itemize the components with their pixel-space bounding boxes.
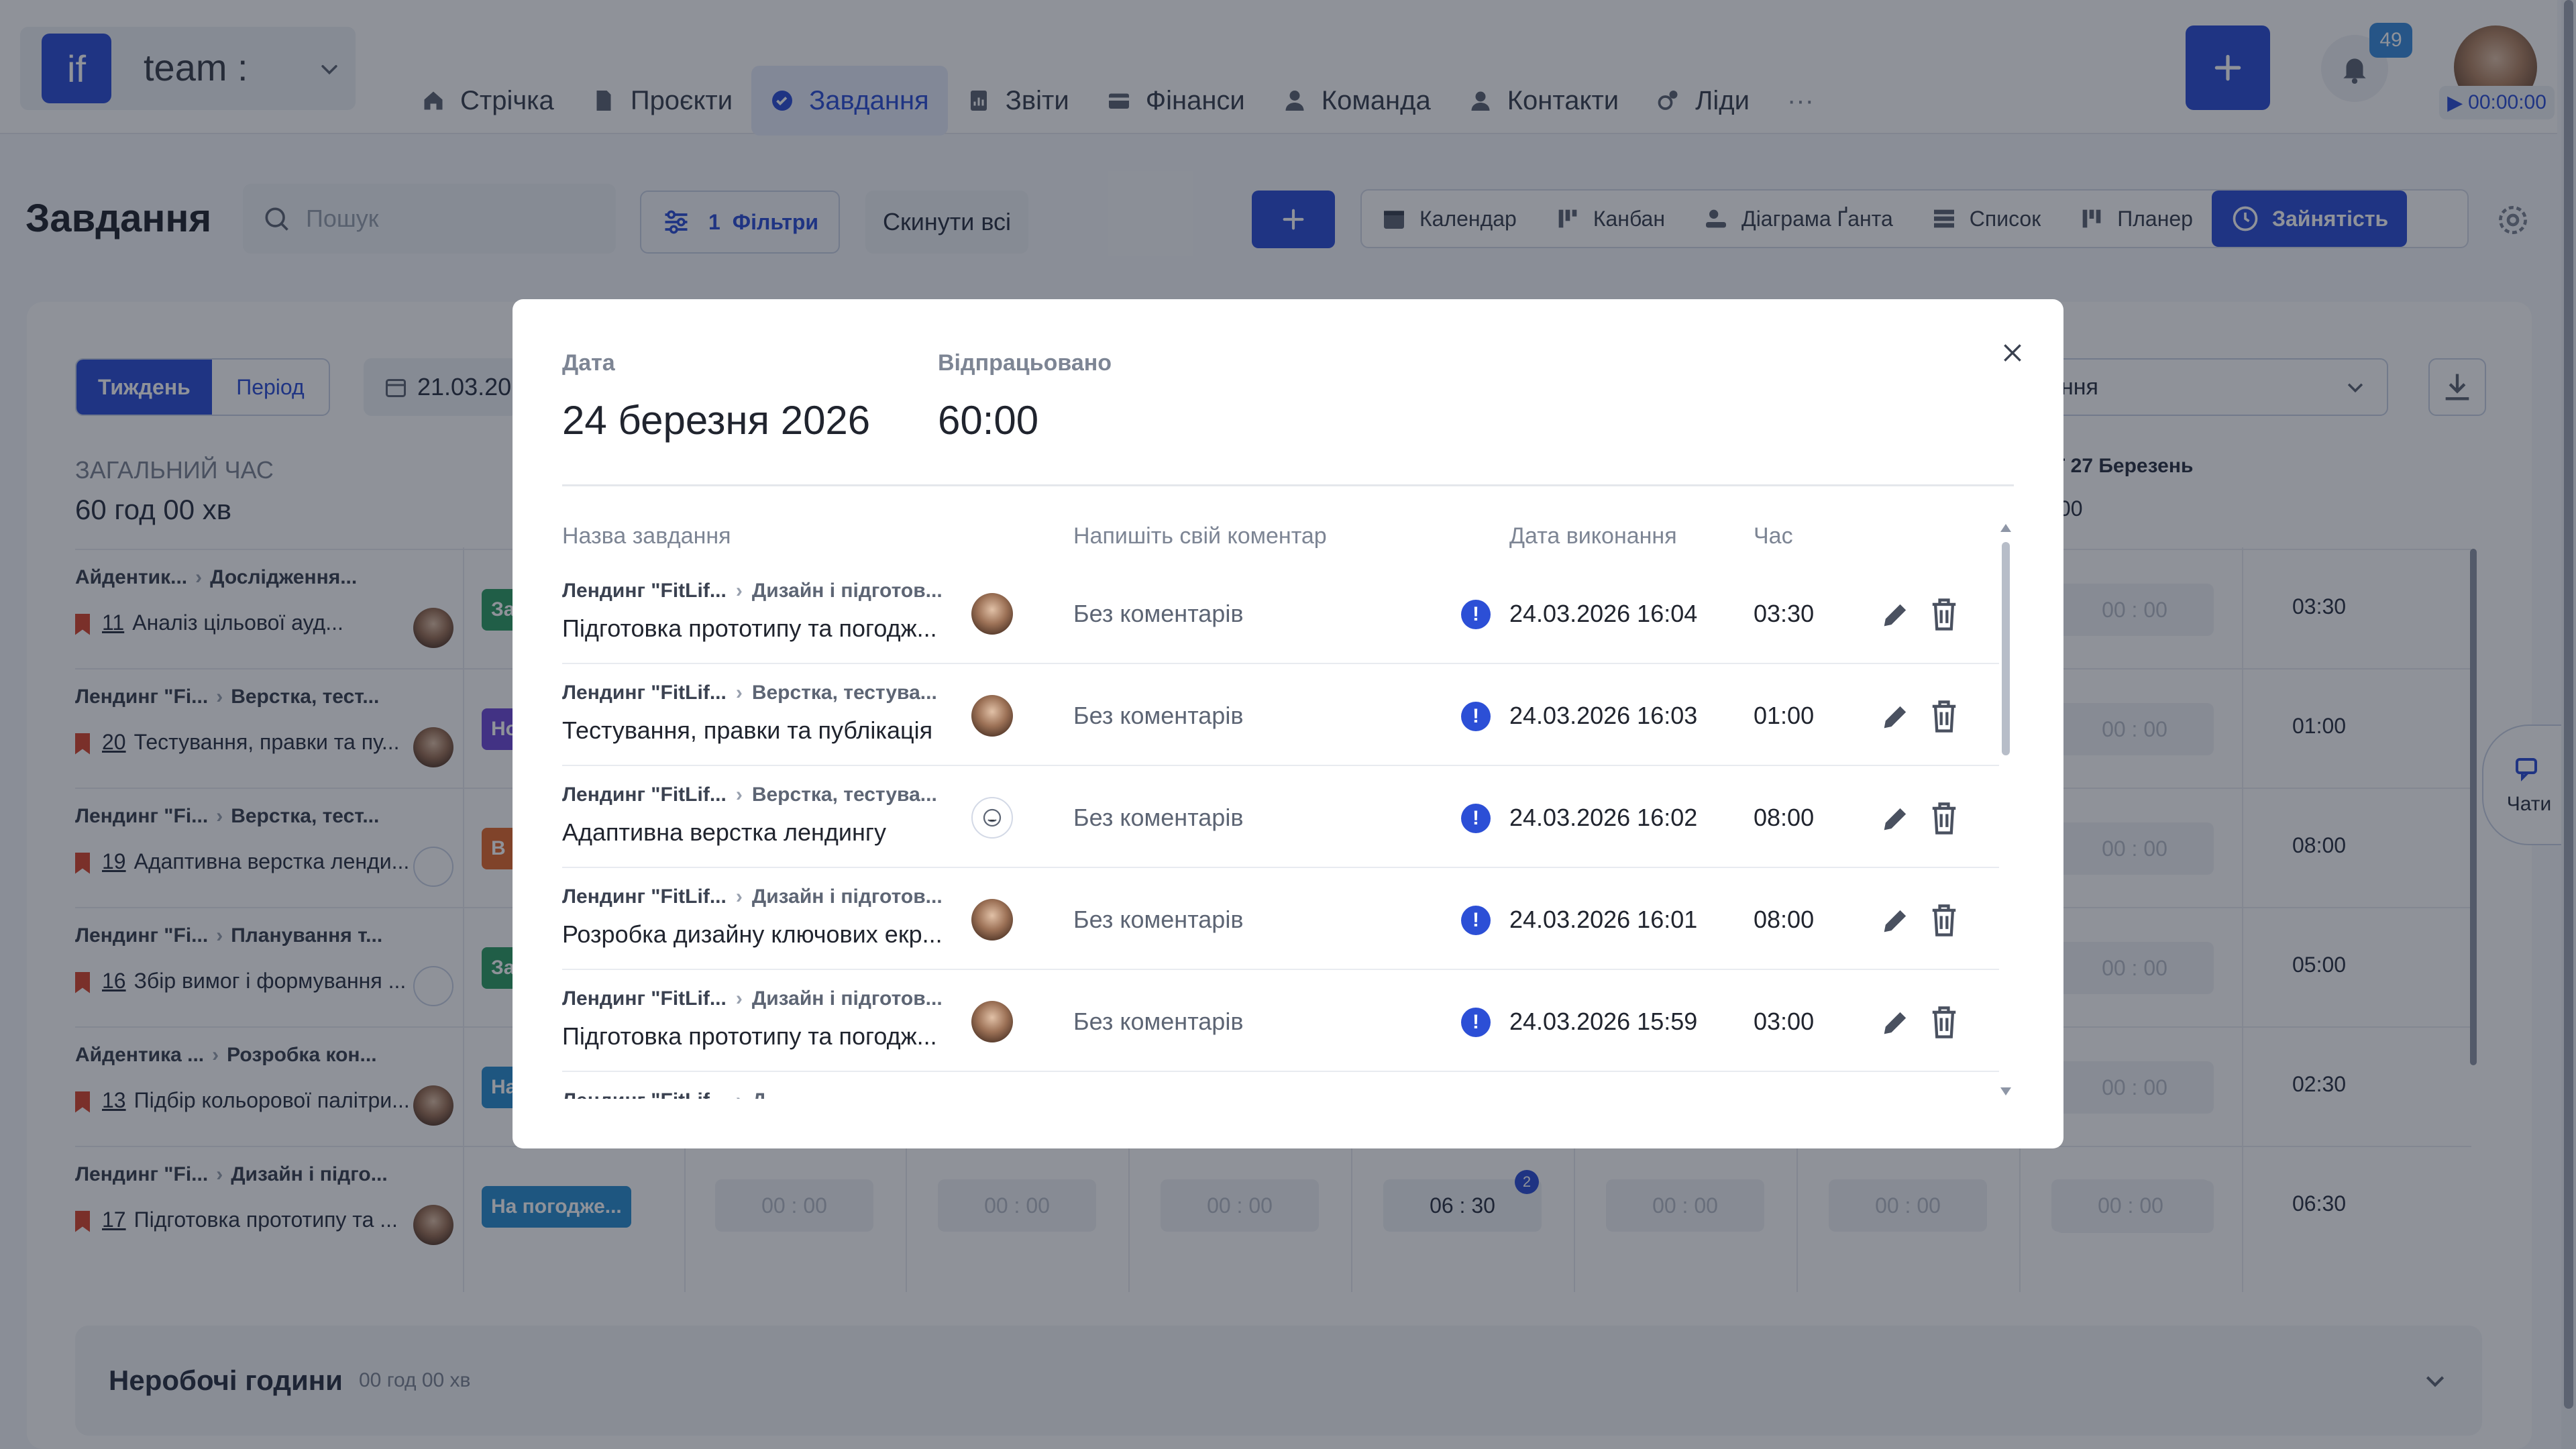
task-path: Лендинг "FitLif... › Дизайн і підготов... [562, 885, 943, 908]
stage-name: Дизайн і підготов... [751, 580, 943, 602]
divider [562, 484, 2014, 486]
edit-button[interactable] [1878, 903, 1913, 938]
project-name: Лендинг "FitLif... [562, 885, 727, 908]
task-name[interactable]: Підготовка прототипу та погодж... [562, 1022, 937, 1051]
placeholder-avatar-icon [971, 797, 1013, 839]
time-spent: 08:00 [1754, 804, 1815, 831]
chevron-right-icon: › [736, 1089, 743, 1099]
trash-icon [1932, 904, 1956, 936]
scroll-down-icon[interactable] [1998, 1085, 2014, 1097]
alert-icon: ! [1461, 702, 1491, 731]
delete-button[interactable] [1927, 698, 1962, 735]
comment-text[interactable]: Без коментарів [1073, 1008, 1243, 1036]
edit-button[interactable] [1878, 1005, 1913, 1040]
stage-name: Верстка, тестува... [751, 784, 937, 806]
comment-text[interactable]: Без коментарів [1073, 600, 1243, 628]
edit-button[interactable] [1878, 801, 1913, 836]
alert-icon: ! [1461, 906, 1491, 935]
delete-button[interactable] [1927, 902, 1962, 939]
task-name[interactable]: Розробка дизайну ключових екр... [562, 920, 943, 949]
date-label: Дата [562, 350, 615, 376]
project-name: Лендинг "FitLif... [562, 987, 727, 1010]
project-name: Лендинг "FitLif... [562, 580, 727, 602]
time-entry-row[interactable]: Лендинг "FitLif... › Дизайн і підготов... П… [562, 562, 1999, 664]
delete-button[interactable] [1927, 596, 1962, 633]
time-entry-row[interactable]: Лендинг "FitLif... › Дизайн і підготов... Р… [562, 868, 1999, 970]
close-button[interactable] [1991, 331, 2034, 374]
project-name: Лендинг "FitLif... [562, 784, 727, 806]
time-entry-row[interactable]: Лендинг "FitLif... › Верстка, тестува... Те… [562, 664, 1999, 766]
alert-icon: ! [1461, 600, 1491, 629]
time-spent: 03:30 [1754, 600, 1815, 627]
assignee-avatar [971, 899, 1013, 941]
edit-button[interactable] [1878, 699, 1913, 734]
delete-button[interactable] [1927, 800, 1962, 837]
comment-text[interactable]: Без коментарів [1073, 906, 1243, 934]
task-path: Лендинг "FitLif... › Д... [562, 1089, 783, 1099]
time-entry-row[interactable]: Лендинг "FitLif... › Верстка, тестува... Ад… [562, 766, 1999, 868]
alert-icon: ! [1461, 804, 1491, 833]
due-date: 24.03.2026 16:03 [1509, 702, 1698, 729]
time-spent: 01:00 [1754, 702, 1815, 729]
assignee-avatar [971, 1001, 1013, 1042]
task-name[interactable]: Адаптивна верстка лендингу [562, 818, 886, 847]
column-header-task: Назва завдання [562, 523, 731, 549]
time-entry-row[interactable]: Лендинг "FitLif... › Д... [562, 1072, 1999, 1099]
delete-button[interactable] [1927, 1004, 1962, 1041]
pencil-icon [1884, 706, 1907, 729]
worked-label: Відпрацьовано [938, 350, 1112, 376]
edit-button[interactable] [1878, 597, 1913, 632]
chevron-right-icon: › [735, 885, 743, 908]
chevron-right-icon: › [735, 682, 743, 704]
assignee-avatar [971, 593, 1013, 635]
close-icon [2004, 344, 2021, 362]
trash-icon [1932, 598, 1956, 631]
task-path: Лендинг "FitLif... › Дизайн і підготов... [562, 580, 943, 602]
column-header-comment: Напишіть свій коментар [1073, 523, 1327, 549]
chevron-right-icon: › [735, 784, 743, 806]
stage-name: Дизайн і підготов... [751, 885, 943, 908]
pencil-icon [1884, 910, 1907, 932]
task-name[interactable]: Тестування, правки та публікація [562, 716, 932, 745]
pencil-icon [1884, 604, 1907, 627]
project-name: Лендинг "FitLif... [562, 682, 727, 704]
pencil-icon [1884, 1012, 1907, 1034]
task-name[interactable]: Підготовка прототипу та погодж... [562, 614, 937, 643]
chevron-right-icon: › [735, 987, 743, 1010]
due-date: 24.03.2026 16:02 [1509, 804, 1698, 831]
comment-text[interactable]: Без коментарів [1073, 702, 1243, 730]
time-spent: 03:00 [1754, 1008, 1815, 1035]
alert-icon: ! [1461, 1008, 1491, 1037]
column-header-due-date: Дата виконання [1509, 523, 1677, 549]
stage-name: Д... [752, 1089, 783, 1099]
due-date: 24.03.2026 16:04 [1509, 600, 1698, 627]
time-entry-row[interactable]: Лендинг "FitLif... › Дизайн і підготов... П… [562, 970, 1999, 1072]
assignee-avatar [971, 695, 1013, 737]
stage-name: Верстка, тестува... [751, 682, 937, 704]
column-header-time: Час [1754, 523, 1793, 549]
due-date: 24.03.2026 15:59 [1509, 1008, 1698, 1035]
stage-name: Дизайн і підготов... [751, 987, 943, 1010]
scroll-up-icon[interactable] [1998, 522, 2014, 534]
pencil-icon [1884, 808, 1907, 830]
task-path: Лендинг "FitLif... › Верстка, тестува... [562, 784, 937, 806]
time-spent: 08:00 [1754, 906, 1815, 933]
task-path: Лендинг "FitLif... › Дизайн і підготов... [562, 987, 943, 1010]
due-date: 24.03.2026 16:01 [1509, 906, 1698, 933]
date-value: 24 березня 2026 [562, 398, 871, 443]
modal-scrollbar-thumb[interactable] [2002, 542, 2010, 755]
worked-value: 60:00 [938, 398, 1039, 443]
trash-icon [1932, 700, 1956, 733]
project-name: Лендинг "FitLif... [562, 1089, 727, 1099]
task-path: Лендинг "FitLif... › Верстка, тестува... [562, 682, 937, 704]
trash-icon [1932, 802, 1956, 835]
chevron-right-icon: › [735, 580, 743, 602]
comment-text[interactable]: Без коментарів [1073, 804, 1243, 832]
trash-icon [1932, 1006, 1956, 1038]
time-entries-list: Лендинг "FitLif... › Дизайн і підготов... П… [562, 562, 1999, 1099]
